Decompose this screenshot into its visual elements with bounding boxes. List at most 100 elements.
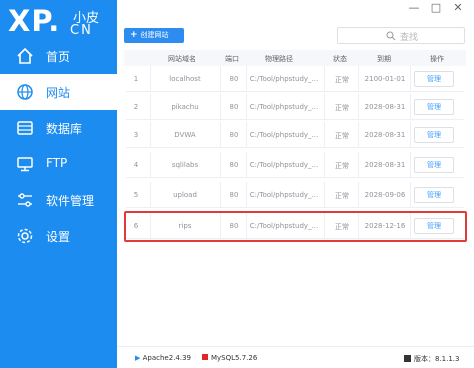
- cell-expiry: 2100-01-01: [364, 75, 406, 83]
- cell-domain: localhost: [169, 75, 201, 83]
- stop-icon: [202, 354, 208, 360]
- status-bar: ▶ Apache2.4.39 MySQL5.7.26 版本：8.1.1.3: [117, 346, 474, 368]
- cell-id: 2: [133, 103, 139, 111]
- header-domain: 网站域名: [168, 55, 196, 63]
- cell-port: 80: [229, 191, 239, 199]
- cell-path: C:/Tool/phpstudy_...: [249, 191, 319, 199]
- cell-id: 5: [133, 191, 139, 199]
- cell-expiry: 2028-08-31: [364, 161, 406, 169]
- cell-domain: sqlilabs: [171, 161, 199, 169]
- plus-icon: +: [130, 30, 138, 40]
- column-divider: [150, 66, 151, 92]
- column-divider: [324, 66, 325, 92]
- column-divider: [220, 66, 221, 92]
- manage-button[interactable]: 管理: [414, 127, 454, 143]
- sidebar-item-home[interactable]: 首页: [0, 38, 117, 74]
- version-info: 版本：8.1.1.3: [404, 354, 460, 364]
- cell-status: 正常: [335, 76, 349, 84]
- maximize-button[interactable]: □: [430, 2, 442, 14]
- sidebar-item-ftp[interactable]: FTP: [0, 146, 117, 182]
- cell-id: 3: [133, 131, 139, 139]
- cell-expiry: 2028-08-31: [364, 131, 406, 139]
- sidebar-item-label: 数据库: [46, 122, 83, 136]
- column-divider: [358, 122, 359, 148]
- version-label: 版本：8.1.1.3: [414, 355, 460, 363]
- header-status: 状态: [333, 55, 347, 63]
- create-website-button[interactable]: + 创建网站: [124, 28, 184, 43]
- column-divider: [220, 122, 221, 148]
- cell-domain: DVWA: [174, 131, 196, 139]
- cell-status: 正常: [335, 192, 349, 200]
- monitor-icon: [17, 157, 33, 172]
- sidebar-item-settings[interactable]: 设置: [0, 218, 117, 254]
- column-divider: [324, 152, 325, 178]
- header-expiry: 到期: [377, 55, 391, 63]
- cell-path: C:/Tool/phpstudy_...: [249, 161, 319, 169]
- cell-expiry: 2028-08-31: [364, 103, 406, 111]
- header-path: 物理路径: [265, 55, 293, 63]
- table-header: 网站域名 端口 物理路径 状态 到期 操作: [124, 50, 466, 66]
- close-button[interactable]: ✕: [452, 2, 464, 14]
- column-divider: [324, 122, 325, 148]
- table-row: 4 sqlilabs 80 C:/Tool/phpstudy_... 正常 2028-08…: [126, 152, 464, 178]
- column-divider: [358, 94, 359, 120]
- cell-id: 1: [133, 75, 139, 83]
- search-placeholder: 查找: [400, 33, 419, 43]
- manage-button[interactable]: 管理: [414, 99, 454, 115]
- gear-icon: [17, 228, 33, 244]
- manage-button[interactable]: 管理: [414, 187, 454, 203]
- column-divider: [410, 94, 411, 120]
- sidebar-item-website[interactable]: 网站: [0, 74, 117, 110]
- cell-path: C:/Tool/phpstudy_...: [249, 103, 319, 111]
- cell-path: C:/Tool/phpstudy_...: [249, 131, 319, 139]
- manage-button[interactable]: 管理: [414, 71, 454, 87]
- cell-id: 4: [133, 161, 139, 169]
- cell-path: C:/Tool/phpstudy_...: [249, 75, 319, 83]
- column-divider: [246, 66, 247, 92]
- column-divider: [220, 182, 221, 208]
- home-icon: [17, 47, 33, 64]
- search-input[interactable]: 查找: [337, 27, 465, 44]
- column-divider: [246, 122, 247, 148]
- info-icon: [404, 355, 411, 362]
- column-divider: [246, 152, 247, 178]
- apache-status: ▶ Apache2.4.39: [135, 354, 191, 362]
- sidebar-item-label: 网站: [46, 86, 71, 100]
- column-divider: [324, 182, 325, 208]
- header-action: 操作: [430, 55, 444, 63]
- globe-icon: [17, 84, 33, 100]
- cell-port: 80: [229, 75, 239, 83]
- cell-expiry: 2028-09-06: [364, 191, 406, 199]
- table-row: 2 pikachu 80 C:/Tool/phpstudy_... 正常 2028-08-…: [126, 94, 464, 120]
- cell-port: 80: [229, 161, 239, 169]
- column-divider: [220, 94, 221, 120]
- database-icon: [17, 121, 33, 135]
- sidebar-item-software[interactable]: 软件管理: [0, 182, 117, 218]
- sidebar: XP. 小皮 CN 首页 网站 数据库 FTP 软件管理 设置: [0, 0, 117, 368]
- row-highlight-box: [124, 211, 467, 242]
- column-divider: [410, 182, 411, 208]
- table-row: 5 upload 80 C:/Tool/phpstudy_... 正常 2028-09-0…: [126, 182, 464, 208]
- cell-domain: pikachu: [171, 103, 199, 111]
- cell-status: 正常: [335, 162, 349, 170]
- table-row: 3 DVWA 80 C:/Tool/phpstudy_... 正常 2028-08-31 管…: [126, 122, 464, 148]
- minimize-button[interactable]: —: [408, 2, 420, 14]
- column-divider: [150, 152, 151, 178]
- column-divider: [358, 66, 359, 92]
- manage-button[interactable]: 管理: [414, 157, 454, 173]
- sidebar-item-label: 设置: [46, 230, 71, 244]
- sidebar-item-label: 软件管理: [46, 194, 95, 208]
- column-divider: [410, 122, 411, 148]
- search-icon: [386, 31, 396, 41]
- mysql-label: MySQL5.7.26: [211, 354, 258, 362]
- column-divider: [220, 152, 221, 178]
- column-divider: [410, 152, 411, 178]
- cell-status: 正常: [335, 104, 349, 112]
- column-divider: [410, 66, 411, 92]
- column-divider: [150, 94, 151, 120]
- cell-domain: upload: [173, 191, 197, 199]
- cell-port: 80: [229, 103, 239, 111]
- table-row: 1 localhost 80 C:/Tool/phpstudy_... 正常 2100-0…: [126, 66, 464, 92]
- sidebar-item-label: FTP: [46, 156, 68, 170]
- sidebar-item-database[interactable]: 数据库: [0, 110, 117, 146]
